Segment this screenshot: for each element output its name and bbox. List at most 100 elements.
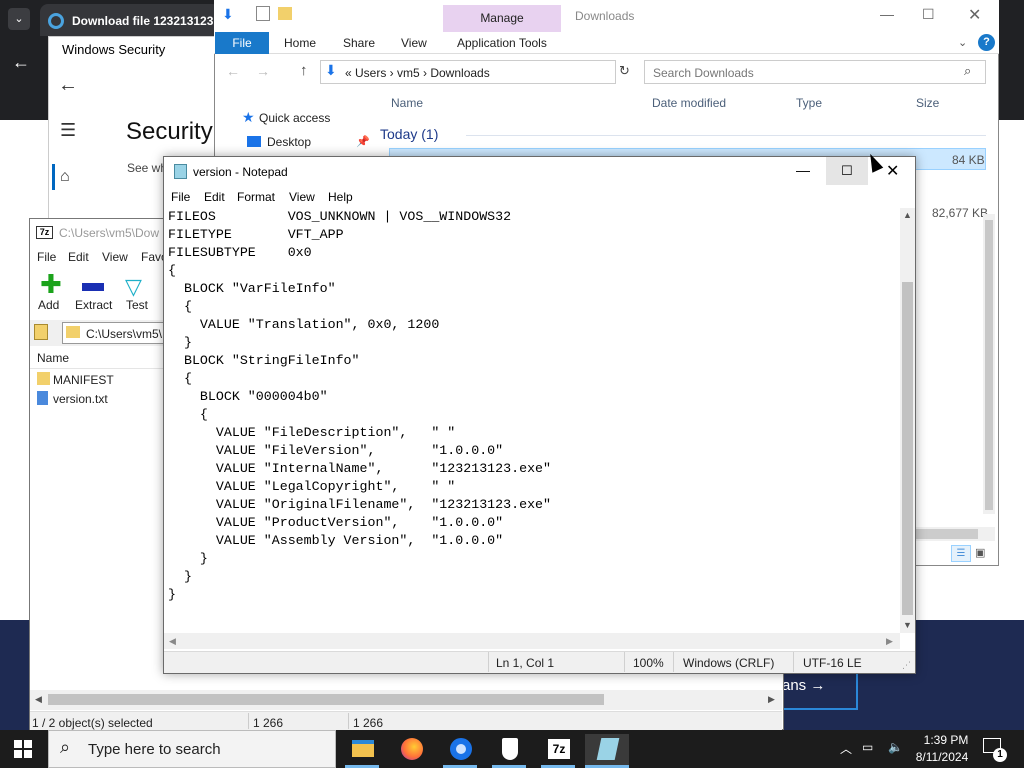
nav-quick-access[interactable]: Quick access xyxy=(259,111,330,125)
scroll-right-icon[interactable]: ▶ xyxy=(768,694,775,705)
nav-up-icon[interactable]: ↑ xyxy=(300,62,308,79)
list-item[interactable]: MANIFEST xyxy=(53,373,114,387)
explorer-vertical-scroll-thumb[interactable] xyxy=(985,220,993,510)
file-size: 82,677 KB xyxy=(932,206,989,220)
taskbar-windows-security[interactable] xyxy=(487,734,531,766)
notepad-horizontal-scrollbar[interactable] xyxy=(164,633,900,649)
list-item[interactable]: version.txt xyxy=(53,392,108,406)
taskbar-search-input[interactable]: Type here to search xyxy=(48,730,336,768)
scroll-left-icon[interactable]: ◀ xyxy=(169,636,176,647)
properties-icon[interactable] xyxy=(256,6,270,21)
help-icon[interactable]: ? xyxy=(978,34,995,51)
notepad-text-area[interactable]: FILEOS VOS_UNKNOWN | VOS__WINDOWS32 FILE… xyxy=(168,208,900,633)
search-input[interactable]: Search Downloads xyxy=(644,60,986,84)
downloads-folder-icon: ⬇ xyxy=(325,62,337,78)
refresh-icon[interactable]: ↻ xyxy=(619,63,630,79)
add-button[interactable]: Add xyxy=(38,298,59,312)
7zip-horizontal-scroll-thumb[interactable] xyxy=(48,694,604,705)
clock-date[interactable]: 8/11/2024 xyxy=(910,750,974,764)
column-header-name[interactable]: Name xyxy=(391,96,423,110)
firefox-icon xyxy=(401,738,423,760)
text-file-icon xyxy=(37,391,48,405)
search-icon: ⌕ xyxy=(60,737,71,757)
ribbon-tab-share[interactable]: Share xyxy=(343,36,375,50)
scroll-right-icon[interactable]: ▶ xyxy=(886,636,893,647)
new-folder-icon[interactable] xyxy=(278,7,292,20)
security-heading: Security xyxy=(126,118,213,145)
total-size: 1 266 xyxy=(353,716,384,730)
notepad-menu-bar xyxy=(164,187,915,207)
chevron-down-icon[interactable]: ⌄ xyxy=(958,36,967,49)
taskbar-notepad[interactable] xyxy=(585,734,629,766)
folder-up-icon[interactable] xyxy=(34,324,48,340)
group-header-today[interactable]: Today (1) xyxy=(380,126,438,142)
7zip-menu-file[interactable]: File xyxy=(37,250,56,264)
header-divider xyxy=(30,368,164,369)
clock-time[interactable]: 1:39 PM xyxy=(916,733,976,747)
back-arrow-icon[interactable]: ← xyxy=(58,74,78,97)
column-header-size[interactable]: Size xyxy=(916,96,939,110)
ribbon-tab-home[interactable]: Home xyxy=(284,36,316,50)
notepad-menu-help[interactable]: Help xyxy=(328,190,353,204)
taskbar-chrome[interactable] xyxy=(438,734,482,766)
taskbar-file-explorer[interactable] xyxy=(340,734,384,766)
download-arrow-icon[interactable]: ⬇ xyxy=(222,6,234,23)
desktop-icon xyxy=(247,136,261,147)
nav-forward-icon[interactable]: → xyxy=(256,63,270,79)
scroll-up-icon[interactable]: ▲ xyxy=(903,210,912,220)
home-icon[interactable]: ⌂ xyxy=(60,168,70,186)
details-view-icon[interactable]: ☰ xyxy=(951,545,971,562)
selection-status: 1 / 2 object(s) selected xyxy=(32,716,153,730)
status-divider xyxy=(488,652,489,672)
notification-badge: 1 xyxy=(993,748,1007,762)
address-bar[interactable]: « Users › vm5 › Downloads xyxy=(320,60,616,84)
notepad-menu-file[interactable]: File xyxy=(171,190,190,204)
add-plus-icon[interactable]: ✚ xyxy=(40,271,62,297)
minimize-icon[interactable]: — xyxy=(796,162,810,178)
maximize-icon[interactable]: ☐ xyxy=(922,6,935,23)
nav-desktop[interactable]: Desktop xyxy=(267,135,311,149)
chevron-up-icon[interactable]: ︿ xyxy=(840,740,852,757)
ribbon-tab-view[interactable]: View xyxy=(401,36,427,50)
close-icon[interactable]: ✕ xyxy=(886,161,899,181)
notepad-icon xyxy=(174,164,187,179)
scroll-down-icon[interactable]: ▼ xyxy=(903,620,912,630)
close-icon[interactable]: ✕ xyxy=(968,5,981,25)
column-header-date-modified[interactable]: Date modified xyxy=(652,96,726,110)
windows-start-icon[interactable] xyxy=(14,740,32,758)
browser-tab[interactable]: Download file 123213123.e xyxy=(40,4,220,36)
notepad-menu-view[interactable]: View xyxy=(289,190,315,204)
hamburger-menu-icon[interactable]: ☰ xyxy=(60,120,76,141)
volume-muted-icon[interactable]: 🔈 xyxy=(888,740,903,754)
column-header-type[interactable]: Type xyxy=(796,96,822,110)
large-icons-view-icon[interactable]: ▣ xyxy=(975,546,985,559)
ribbon-tab-application-tools[interactable]: Application Tools xyxy=(457,36,547,50)
encoding: UTF-16 LE xyxy=(803,656,862,670)
notepad-vertical-scroll-thumb[interactable] xyxy=(902,282,913,615)
browser-back-icon[interactable]: ← xyxy=(12,52,30,73)
7zip-logo-icon: 7z xyxy=(36,226,53,239)
scroll-left-icon[interactable]: ◀ xyxy=(35,694,42,705)
7zip-menu-view[interactable]: View xyxy=(102,250,128,264)
7zip-menu-edit[interactable]: Edit xyxy=(68,250,89,264)
taskbar-7zip[interactable]: 7z xyxy=(536,734,580,766)
taskbar-firefox[interactable] xyxy=(389,734,433,766)
notepad-menu-format[interactable]: Format xyxy=(237,190,275,204)
notepad-menu-edit[interactable]: Edit xyxy=(204,190,225,204)
7zip-column-name[interactable]: Name xyxy=(37,351,69,365)
status-divider xyxy=(348,713,349,729)
maximize-icon[interactable]: ☐ xyxy=(841,163,853,179)
pin-icon[interactable]: 📌 xyxy=(356,135,370,148)
ribbon-manage-tab[interactable]: Manage xyxy=(443,5,561,32)
extract-button[interactable]: Extract xyxy=(75,298,112,312)
nav-back-icon[interactable]: ← xyxy=(226,63,240,79)
test-check-icon[interactable]: ▽ xyxy=(125,276,142,298)
network-icon[interactable]: ▭ xyxy=(862,740,873,754)
resize-grip-icon[interactable]: ⋰ xyxy=(902,660,911,671)
extract-icon[interactable] xyxy=(82,283,104,291)
test-button[interactable]: Test xyxy=(126,298,148,312)
ribbon-tab-file[interactable]: File xyxy=(215,32,269,54)
search-icon: ⌕ xyxy=(964,63,972,78)
minimize-icon[interactable]: — xyxy=(880,6,894,22)
tab-list-button[interactable]: ⌄ xyxy=(8,8,30,30)
